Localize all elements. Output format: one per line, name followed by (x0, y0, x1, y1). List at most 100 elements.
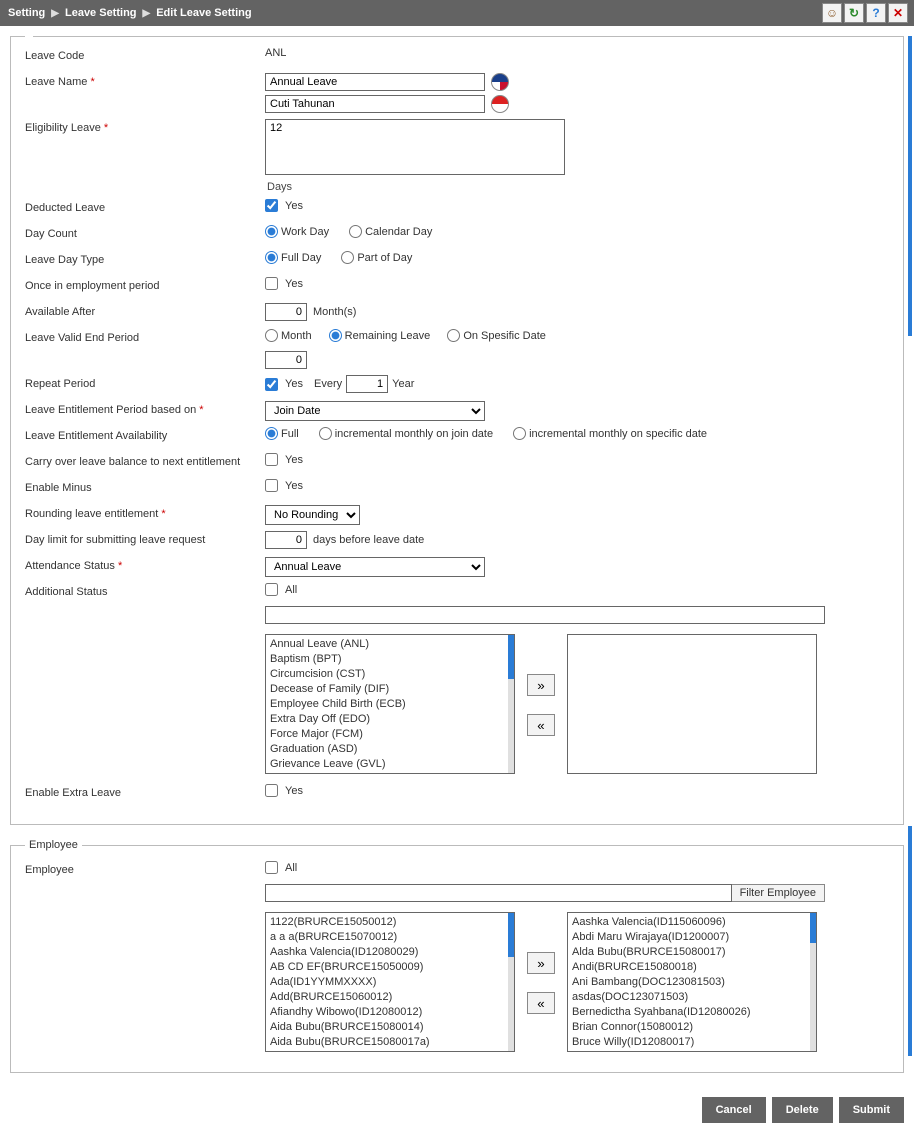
cancel-button[interactable]: Cancel (702, 1097, 766, 1123)
leave-name-id-input[interactable] (265, 95, 485, 113)
employee-all-checkbox[interactable] (265, 861, 278, 874)
additional-status-search[interactable] (265, 606, 825, 624)
day-limit-input[interactable] (265, 531, 307, 549)
enable-extra-checkbox[interactable] (265, 784, 278, 797)
day-count-workday-radio[interactable] (265, 225, 278, 238)
employee-list-right[interactable]: Aashka Valencia(ID115060096)Abdi Maru Wi… (567, 912, 817, 1052)
day-count-calendar-radio[interactable] (349, 225, 362, 238)
additional-all-checkbox[interactable] (265, 583, 278, 596)
list-item[interactable]: a a a(BRURCE15070012) (270, 930, 510, 945)
full-day-text: Full Day (281, 252, 321, 264)
enable-minus-checkbox[interactable] (265, 479, 278, 492)
breadcrumb-2: Edit Leave Setting (156, 7, 251, 19)
entitlement-period-label: Leave Entitlement Period based on (25, 404, 196, 416)
list-item[interactable]: Employee Child Birth (ECB) (270, 697, 510, 712)
move-left-button[interactable]: « (527, 714, 555, 736)
repeat-period-checkbox[interactable] (265, 378, 278, 391)
scrollbar[interactable] (908, 36, 912, 336)
yes-text: Yes (285, 785, 303, 797)
list-item[interactable]: AB CD EF(BRURCE15050009) (270, 960, 510, 975)
breadcrumb-0[interactable]: Setting (8, 7, 45, 19)
filter-employee-button[interactable]: Filter Employee (732, 884, 825, 902)
list-item[interactable]: brurce decker(ID115060092) (572, 1050, 812, 1052)
list-item[interactable]: Abdi Maru Wirajaya(ID1200007) (572, 930, 812, 945)
workday-text: Work Day (281, 226, 329, 238)
avail-incjoin-radio[interactable] (319, 427, 332, 440)
entitlement-period-select[interactable]: Join Date (265, 401, 485, 421)
days-before-text: days before leave date (313, 534, 424, 546)
list-item[interactable]: Add(BRURCE15060012) (270, 990, 510, 1005)
breadcrumb-1[interactable]: Leave Setting (65, 7, 137, 19)
refresh-icon[interactable]: ↻ (844, 3, 864, 23)
submit-button[interactable]: Submit (839, 1097, 904, 1123)
avail-full-radio[interactable] (265, 427, 278, 440)
list-item[interactable]: Alda Bubu(BRURCE15080017) (572, 945, 812, 960)
list-item[interactable]: asdas(DOC123071503) (572, 990, 812, 1005)
list-item[interactable]: Graduation (ASD) (270, 742, 510, 757)
list-item[interactable]: Ada(ID1YYMMXXXX) (270, 975, 510, 990)
list-item[interactable]: Aida Bubu(BRURCE15080017a) (270, 1035, 510, 1050)
list-item[interactable]: Bruce Willy(ID12080017) (572, 1035, 812, 1050)
list-item[interactable]: Decease of Family (DIF) (270, 682, 510, 697)
leave-day-type-label: Leave Day Type (25, 251, 265, 266)
valid-end-month-radio[interactable] (265, 329, 278, 342)
list-item[interactable]: Force Major (FCM) (270, 727, 510, 742)
move-right-button[interactable]: » (527, 952, 555, 974)
list-item[interactable]: Baptism (BPT) (270, 652, 510, 667)
leave-name-en-input[interactable] (265, 73, 485, 91)
list-item[interactable]: Hospitalization (HOS) (270, 772, 510, 774)
part-day-radio[interactable] (341, 251, 354, 264)
eligibility-label: Eligibility Leave (25, 122, 101, 134)
carry-over-checkbox[interactable] (265, 453, 278, 466)
move-right-button[interactable]: » (527, 674, 555, 696)
list-item[interactable]: Aida Bubu(BRURCE15080014) (270, 1020, 510, 1035)
yes-text: Yes (285, 200, 303, 212)
flag-uk-icon (491, 73, 509, 91)
year-text: Year (392, 378, 414, 390)
list-item[interactable]: Andi(BRURCE15080018) (572, 960, 812, 975)
close-icon[interactable]: ✕ (888, 3, 908, 23)
chevron-right-icon: ▶ (51, 8, 59, 19)
all-text: All (285, 584, 297, 596)
available-after-input[interactable] (265, 303, 307, 321)
flag-id-icon (491, 95, 509, 113)
remaining-text: Remaining Leave (345, 330, 431, 342)
valid-end-remaining-radio[interactable] (329, 329, 342, 342)
move-left-button[interactable]: « (527, 992, 555, 1014)
list-item[interactable]: Annual Leave (ANL) (270, 637, 510, 652)
scrollbar[interactable] (908, 826, 912, 1056)
employee-filter-input[interactable] (265, 884, 732, 902)
list-item[interactable]: Afiandhy Wibowo(ID12080012) (270, 1005, 510, 1020)
yes-text: Yes (285, 378, 303, 390)
list-item[interactable]: Grievance Leave (GVL) (270, 757, 510, 772)
employee-list-left[interactable]: 1122(BRURCE15050012)a a a(BRURCE15070012… (265, 912, 515, 1052)
repeat-every-input[interactable] (346, 375, 388, 393)
profile-icon[interactable]: ☺ (822, 3, 842, 23)
list-item[interactable]: Ani Bambang(DOC123081503) (572, 975, 812, 990)
list-item[interactable]: Aashka Valencia(ID12080029) (270, 945, 510, 960)
once-emp-checkbox[interactable] (265, 277, 278, 290)
rounding-select[interactable]: No Rounding (265, 505, 360, 525)
status-list-right[interactable] (567, 634, 817, 774)
list-item[interactable]: Bernedictha Syahbana(ID12080026) (572, 1005, 812, 1020)
list-item[interactable]: Circumcision (CST) (270, 667, 510, 682)
list-item[interactable]: Extra Day Off (EDO) (270, 712, 510, 727)
status-list-left[interactable]: Annual Leave (ANL)Baptism (BPT)Circumcis… (265, 634, 515, 774)
valid-end-label: Leave Valid End Period (25, 329, 265, 344)
valid-end-num-input[interactable] (265, 351, 307, 369)
list-item[interactable]: Amri Winarto(042015000077) (270, 1050, 510, 1052)
deducted-leave-checkbox[interactable] (265, 199, 278, 212)
eligibility-input[interactable]: 12 (265, 119, 565, 175)
list-item[interactable]: 1122(BRURCE15050012) (270, 915, 510, 930)
attendance-status-select[interactable]: Annual Leave (265, 557, 485, 577)
full-day-radio[interactable] (265, 251, 278, 264)
employee-legend: Employee (25, 839, 82, 851)
required-marker: * (104, 122, 108, 134)
avail-incspec-radio[interactable] (513, 427, 526, 440)
leave-settings-group: Leave Code ANL Leave Name * Eligibility … (10, 36, 904, 825)
list-item[interactable]: Aashka Valencia(ID115060096) (572, 915, 812, 930)
help-icon[interactable]: ? (866, 3, 886, 23)
delete-button[interactable]: Delete (772, 1097, 833, 1123)
list-item[interactable]: Brian Connor(15080012) (572, 1020, 812, 1035)
valid-end-specific-radio[interactable] (447, 329, 460, 342)
